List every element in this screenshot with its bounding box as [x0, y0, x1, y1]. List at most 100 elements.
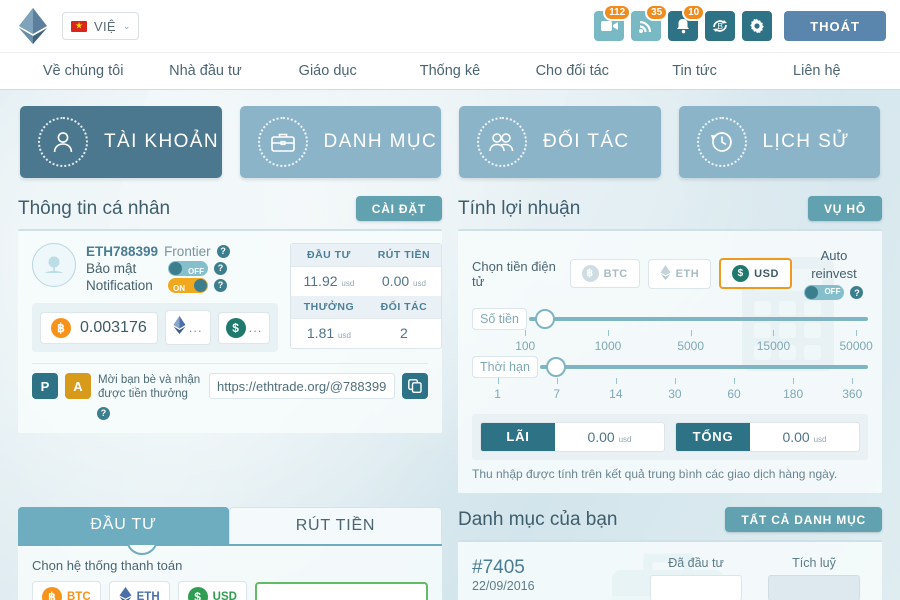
balance-value: 0.003176: [80, 318, 147, 336]
stat-unit: usd: [341, 279, 355, 288]
all-portfolios-button[interactable]: TẤT CẢ DANH MỤC: [725, 507, 882, 532]
language-selector[interactable]: VIỆ ⌄: [62, 12, 140, 40]
payment-option-usd[interactable]: $ USD: [177, 581, 247, 600]
security-toggle[interactable]: [168, 261, 208, 280]
bitcoin-icon: ฿: [581, 265, 599, 282]
bitcoin-icon: ฿: [51, 317, 71, 338]
notification-toggle[interactable]: [168, 278, 208, 297]
payment-option-eth[interactable]: ETH: [108, 581, 170, 600]
tab-card-portfolio[interactable]: DANH MỤC: [239, 106, 441, 178]
rss-icon-button[interactable]: 35: [631, 4, 669, 41]
currency-option-btc[interactable]: ฿ BTC: [569, 259, 640, 288]
tick-label: 50000: [839, 339, 873, 353]
portfolio-date: 22/09/2016: [472, 579, 535, 593]
badge-a-button[interactable]: A: [65, 373, 91, 399]
auto-reinvest-label: Auto reinvest: [811, 248, 857, 281]
nav-item-about[interactable]: Về chúng tôi: [22, 63, 144, 79]
help-icon[interactable]: ?: [216, 245, 230, 258]
tick-label: 1000: [594, 339, 622, 353]
exit-button[interactable]: THOÁT: [784, 11, 886, 41]
nav-item-education[interactable]: Giáo dục: [267, 63, 389, 79]
calculator-header: Tính lợi nhuận VỤ HỖ: [458, 196, 882, 221]
calculator-title: Tính lợi nhuận: [458, 197, 581, 219]
balance-eth[interactable]: ...: [164, 310, 211, 345]
bottom-sections: ĐẦU TƯ RÚT TIỀN Chọn hệ thống thanh toán…: [0, 493, 900, 600]
help-icon[interactable]: ?: [97, 406, 110, 420]
help-icon[interactable]: ?: [214, 279, 227, 292]
nav-item-news[interactable]: Tin tức: [633, 63, 755, 79]
balance-usd-value: ...: [248, 320, 263, 335]
tick-label: 180: [783, 387, 804, 401]
video-icon-button[interactable]: 112: [594, 4, 632, 41]
bell-icon-button[interactable]: 10: [668, 4, 706, 41]
ethereum-logo[interactable]: [18, 7, 48, 45]
currency-option-usd[interactable]: $ USD: [719, 258, 792, 289]
bitcoin-icon: ฿: [42, 587, 62, 600]
help-icon[interactable]: ?: [850, 286, 864, 299]
nav-item-investor[interactable]: Nhà đầu tư: [144, 63, 266, 79]
term-slider[interactable]: [539, 356, 868, 378]
balance-usd[interactable]: $ ...: [217, 311, 271, 344]
account-id: ETH788399: [86, 244, 159, 259]
amount-slider-label: Số tiền: [472, 308, 527, 330]
exchange-icon: B: [713, 20, 728, 32]
profit-calculator-panel: Tính lợi nhuận VỤ HỖ Chọn tiền điện tử ฿…: [458, 196, 882, 493]
amount-slider-block: Số tiền 100 1000 5000 15000 50000: [472, 308, 873, 354]
notification-label: Notification: [86, 278, 153, 293]
tab-invest[interactable]: ĐẦU TƯ: [18, 507, 229, 544]
balance-btc[interactable]: ฿ 0.003176: [40, 311, 158, 344]
amount-input[interactable]: [254, 582, 428, 600]
gear-icon-button[interactable]: [742, 11, 773, 41]
settings-button[interactable]: CÀI ĐẶT: [355, 196, 442, 221]
personal-info-body: ETH788399 Frontier ? Bảo mật ? Notificat…: [18, 229, 442, 433]
result-value: 0.00 usd: [750, 423, 859, 451]
history-clock-icon: [696, 117, 747, 167]
tab-card-history[interactable]: LỊCH SỬ: [678, 106, 880, 178]
payment-options-row: ฿ BTC ETH $ USD: [32, 581, 428, 600]
term-slider-handle[interactable]: [545, 357, 566, 377]
currency-option-eth[interactable]: ETH: [647, 258, 712, 289]
tab-card-account[interactable]: TÀI KHOẢN: [20, 106, 222, 178]
tick-label: 1: [494, 387, 501, 401]
stat-number: 0.00: [381, 273, 410, 289]
nav-item-statistics[interactable]: Thống kê: [389, 63, 511, 79]
portfolio-item[interactable]: #7405 22/09/2016 Đã đầu tư Tích luỹ: [472, 556, 868, 600]
amount-slider[interactable]: [528, 308, 868, 330]
personal-info-header: Thông tin cá nhân CÀI ĐẶT: [18, 196, 442, 221]
amount-slider-track: [528, 317, 868, 321]
payment-option-btc[interactable]: ฿ BTC: [32, 581, 101, 600]
badge-p-button[interactable]: P: [32, 373, 58, 399]
term-slider-labels: 1 7 14 30 60 180 360: [474, 387, 868, 402]
users-icon: [477, 117, 527, 167]
tab-card-partners[interactable]: ĐỐI TÁC: [459, 106, 661, 178]
auto-reinvest-toggle[interactable]: [804, 285, 845, 300]
account-stats-table: ĐẦU TƯ 11.92 usd RÚT TIỀN 0.00 usd THƯỞN…: [290, 243, 442, 349]
amount-slider-handle[interactable]: [534, 309, 555, 329]
tick-label: 5000: [677, 339, 705, 353]
personal-info-panel: Thông tin cá nhân CÀI ĐẶT ETH788399 Fron…: [18, 196, 442, 493]
portfolio-invested-value: [650, 575, 742, 600]
tick-label: 30: [668, 387, 682, 401]
referral-link-input[interactable]: https://ethtrade.org/@788399: [209, 373, 395, 399]
security-label: Bảo mật: [86, 261, 137, 276]
result-unit: usd: [813, 435, 827, 444]
ethereum-icon: [660, 264, 671, 283]
tab-card-label: DANH MỤC: [323, 131, 438, 152]
stat-value: 2: [366, 319, 441, 348]
balance-eth-value: ...: [188, 320, 203, 335]
security-row: Bảo mật ?: [86, 260, 230, 280]
help-icon[interactable]: ?: [214, 262, 227, 275]
exchange-icon-button[interactable]: B: [705, 11, 736, 41]
currency-label: ETH: [675, 267, 700, 280]
amount-slider-ticks: [474, 330, 868, 339]
tab-withdraw[interactable]: RÚT TIỀN: [229, 507, 442, 544]
briefcase-icon: [257, 117, 308, 167]
copy-icon[interactable]: [402, 373, 428, 399]
nav-item-contact[interactable]: Liên hệ: [756, 63, 878, 79]
avatar[interactable]: [32, 243, 76, 287]
help-button[interactable]: VỤ HỖ: [807, 196, 882, 221]
term-slider-ticks: [474, 378, 868, 387]
stat-value: 11.92 usd: [291, 267, 366, 296]
invest-panel: ĐẦU TƯ RÚT TIỀN Chọn hệ thống thanh toán…: [18, 507, 442, 600]
nav-item-partners[interactable]: Cho đối tác: [511, 63, 633, 79]
